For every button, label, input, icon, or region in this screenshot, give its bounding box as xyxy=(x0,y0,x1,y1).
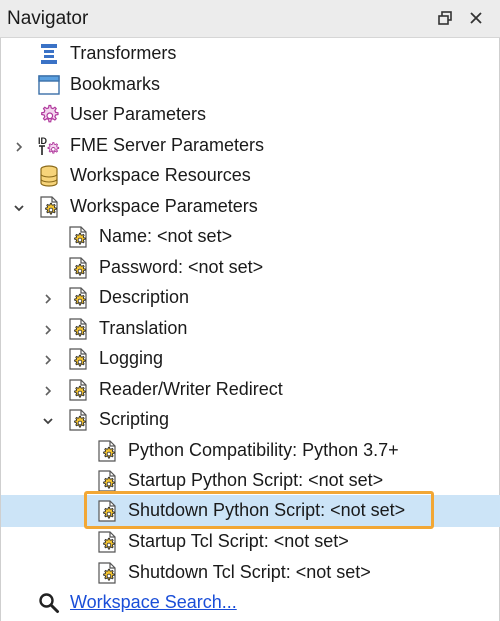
parameter-gear-icon xyxy=(66,408,90,432)
tree-item-scripting[interactable]: Scripting xyxy=(1,405,500,435)
chevron-right-icon[interactable] xyxy=(42,384,54,396)
parameter-gear-icon xyxy=(66,317,90,341)
tree-item-bookmarks[interactable]: Bookmarks xyxy=(1,70,500,100)
tree-item-fme-server-parameters[interactable]: ID FME Server Parameters xyxy=(1,131,500,161)
tree-item-label: Translation xyxy=(99,318,188,338)
float-window-icon[interactable] xyxy=(436,9,454,27)
tree-item-workspace-parameters[interactable]: Workspace Parameters xyxy=(1,192,500,222)
parameter-gear-icon xyxy=(37,195,61,219)
tree-item-label: Bookmarks xyxy=(70,74,161,94)
parameter-gear-icon xyxy=(66,347,90,371)
tree-item-label: Name: <not set> xyxy=(99,226,233,246)
tree-item-python-compatibility[interactable]: Python Compatibility: Python 3.7+ xyxy=(1,436,500,466)
navigator-tree: Transformers Bookmarks User Parameters I… xyxy=(0,38,500,621)
parameter-gear-icon xyxy=(66,378,90,402)
chevron-down-icon[interactable] xyxy=(42,414,54,426)
transformers-icon xyxy=(37,42,61,66)
tree-item-password[interactable]: Password: <not set> xyxy=(1,253,500,283)
tree-item-transformers[interactable]: Transformers xyxy=(1,39,500,69)
tree-item-logging[interactable]: Logging xyxy=(1,344,500,374)
tree-item-shutdown-tcl-script[interactable]: Shutdown Tcl Script: <not set> xyxy=(1,558,500,588)
close-icon[interactable] xyxy=(467,9,485,27)
tree-item-name[interactable]: Name: <not set> xyxy=(1,222,500,252)
tree-item-label: Startup Python Script: <not set> xyxy=(128,470,384,490)
chevron-right-icon[interactable] xyxy=(13,140,25,152)
tree-item-label: Transformers xyxy=(70,43,177,63)
database-icon xyxy=(37,164,61,188)
parameter-gear-icon xyxy=(95,530,119,554)
gear-pink-icon xyxy=(37,103,61,127)
bookmark-icon xyxy=(37,73,61,97)
parameter-gear-icon xyxy=(95,561,119,585)
svg-text:ID: ID xyxy=(38,136,48,146)
tree-item-label: User Parameters xyxy=(70,104,207,124)
search-icon xyxy=(37,591,61,615)
tree-item-label: Shutdown Tcl Script: <not set> xyxy=(128,562,371,582)
panel-title: Navigator xyxy=(7,8,89,29)
tree-item-workspace-search[interactable]: Workspace Search... xyxy=(1,588,500,618)
server-parameters-icon: ID xyxy=(37,134,61,158)
tree-item-shutdown-python-script[interactable]: Shutdown Python Script: <not set> xyxy=(1,495,500,527)
chevron-down-icon[interactable] xyxy=(13,201,25,213)
navigator-title-bar: Navigator xyxy=(0,0,500,38)
workspace-search-link[interactable]: Workspace Search... xyxy=(70,592,237,613)
tree-item-workspace-resources[interactable]: Workspace Resources xyxy=(1,161,500,191)
tree-item-label: Startup Tcl Script: <not set> xyxy=(128,531,349,551)
tree-item-label: Logging xyxy=(99,348,164,368)
parameter-gear-icon xyxy=(66,286,90,310)
parameter-gear-icon xyxy=(95,469,119,493)
tree-item-label: Description xyxy=(99,287,190,307)
chevron-right-icon[interactable] xyxy=(42,353,54,365)
tree-item-label: Scripting xyxy=(99,409,170,429)
parameter-gear-icon xyxy=(66,256,90,280)
tree-item-user-parameters[interactable]: User Parameters xyxy=(1,100,500,130)
tree-item-label: FME Server Parameters xyxy=(70,135,265,155)
tree-item-translation[interactable]: Translation xyxy=(1,314,500,344)
tree-item-label: Shutdown Python Script: <not set> xyxy=(128,500,406,520)
tree-item-label: Reader/Writer Redirect xyxy=(99,379,283,399)
tree-item-description[interactable]: Description xyxy=(1,283,500,313)
tree-item-label: Workspace Parameters xyxy=(70,196,258,216)
chevron-right-icon[interactable] xyxy=(42,292,54,304)
tree-item-startup-tcl-script[interactable]: Startup Tcl Script: <not set> xyxy=(1,527,500,557)
chevron-right-icon[interactable] xyxy=(42,323,54,335)
tree-item-label: Workspace Resources xyxy=(70,165,251,185)
parameter-gear-icon xyxy=(66,225,90,249)
tree-item-startup-python-script[interactable]: Startup Python Script: <not set> xyxy=(1,466,500,496)
tree-item-label: Python Compatibility: Python 3.7+ xyxy=(128,440,399,460)
parameter-gear-icon xyxy=(95,499,119,523)
tree-item-label: Password: <not set> xyxy=(99,257,264,277)
tree-item-reader-writer-redirect[interactable]: Reader/Writer Redirect xyxy=(1,375,500,405)
parameter-gear-icon xyxy=(95,439,119,463)
